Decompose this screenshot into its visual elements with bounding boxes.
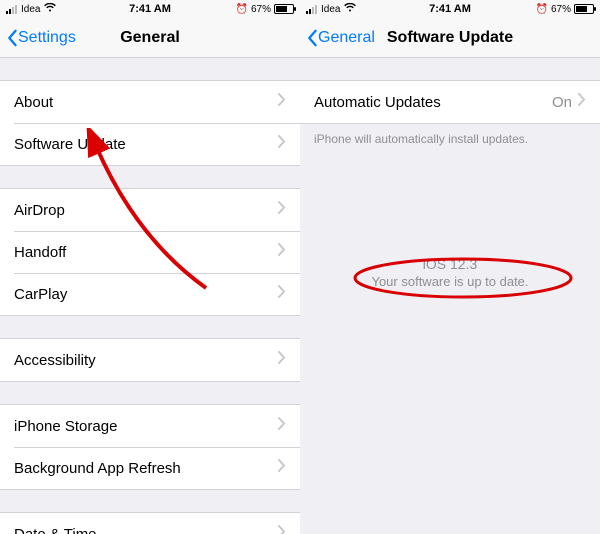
wifi-icon <box>44 3 56 15</box>
battery-icon <box>574 4 594 14</box>
carrier-label: Idea <box>21 4 40 15</box>
back-label: Settings <box>18 29 76 47</box>
nav-bar: General Software Update <box>300 18 600 58</box>
row-automatic-updates[interactable]: Automatic Updates On <box>300 81 600 123</box>
status-time: 7:41 AM <box>429 3 471 15</box>
os-version-label: iOS 12.3 <box>300 256 600 272</box>
row-label: iPhone Storage <box>14 418 278 435</box>
row-label: Accessibility <box>14 352 278 369</box>
chevron-right-icon <box>278 285 286 303</box>
section-connectivity: AirDrop Handoff CarPlay <box>0 188 300 316</box>
chevron-right-icon <box>278 201 286 219</box>
chevron-left-icon <box>306 29 318 47</box>
row-label: Software Update <box>14 136 278 153</box>
section-about: About Software Update <box>0 80 300 166</box>
row-accessibility[interactable]: Accessibility <box>0 339 300 381</box>
row-carplay[interactable]: CarPlay <box>0 273 300 315</box>
row-label: Background App Refresh <box>14 460 278 477</box>
section-auto-updates: Automatic Updates On <box>300 80 600 124</box>
chevron-right-icon <box>278 351 286 369</box>
row-value: On <box>552 94 572 111</box>
row-label: AirDrop <box>14 202 278 219</box>
section-storage: iPhone Storage Background App Refresh <box>0 404 300 490</box>
row-label: Handoff <box>14 244 278 261</box>
update-status-block: iOS 12.3 Your software is up to date. <box>300 256 600 289</box>
chevron-right-icon <box>278 459 286 477</box>
chevron-right-icon <box>278 135 286 153</box>
battery-pct: 67% <box>551 4 571 15</box>
row-label: Date & Time <box>14 526 278 534</box>
status-bar: Idea 7:41 AM ⏰ 67% <box>0 0 300 18</box>
general-settings-screen: Idea 7:41 AM ⏰ 67% Settings General <box>0 0 300 534</box>
status-bar: Idea 7:41 AM ⏰ 67% <box>300 0 600 18</box>
chevron-left-icon <box>6 29 18 47</box>
row-airdrop[interactable]: AirDrop <box>0 189 300 231</box>
chevron-right-icon <box>278 243 286 261</box>
row-background-refresh[interactable]: Background App Refresh <box>0 447 300 489</box>
update-status-text: Your software is up to date. <box>300 274 600 289</box>
software-update-body: Automatic Updates On iPhone will automat… <box>300 58 600 534</box>
row-label: Automatic Updates <box>314 94 552 111</box>
wifi-icon <box>344 3 356 15</box>
carrier-label: Idea <box>321 4 340 15</box>
chevron-right-icon <box>278 417 286 435</box>
back-label: General <box>318 29 375 47</box>
alarm-icon: ⏰ <box>236 4 248 15</box>
row-label: CarPlay <box>14 286 278 303</box>
row-date-time[interactable]: Date & Time <box>0 513 300 534</box>
chevron-right-icon <box>278 525 286 534</box>
signal-icon <box>6 5 17 14</box>
battery-pct: 67% <box>251 4 271 15</box>
section-datetime: Date & Time <box>0 512 300 534</box>
status-time: 7:41 AM <box>129 3 171 15</box>
nav-bar: Settings General <box>0 18 300 58</box>
section-accessibility: Accessibility <box>0 338 300 382</box>
chevron-right-icon <box>578 93 586 111</box>
software-update-screen: Idea 7:41 AM ⏰ 67% General Software Upda… <box>300 0 600 534</box>
settings-list[interactable]: About Software Update AirDrop Handoff <box>0 58 300 534</box>
row-about[interactable]: About <box>0 81 300 123</box>
chevron-right-icon <box>278 93 286 111</box>
row-handoff[interactable]: Handoff <box>0 231 300 273</box>
row-label: About <box>14 94 278 111</box>
back-button-general[interactable]: General <box>300 29 375 47</box>
signal-icon <box>306 5 317 14</box>
back-button-settings[interactable]: Settings <box>0 29 76 47</box>
row-software-update[interactable]: Software Update <box>0 123 300 165</box>
alarm-icon: ⏰ <box>536 4 548 15</box>
auto-updates-footnote: iPhone will automatically install update… <box>300 124 600 146</box>
row-iphone-storage[interactable]: iPhone Storage <box>0 405 300 447</box>
battery-icon <box>274 4 294 14</box>
